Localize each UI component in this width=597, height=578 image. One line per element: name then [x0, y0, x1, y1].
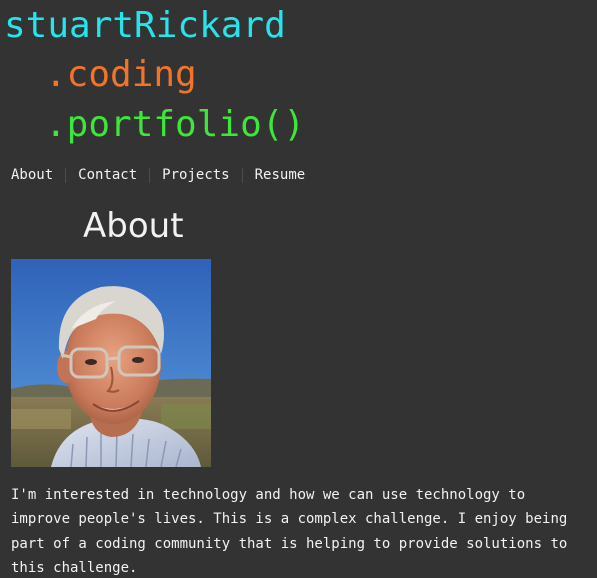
site-title-coding: .coding: [45, 54, 197, 95]
site-title-name: stuartRickard: [4, 5, 286, 46]
section-title-about: About: [83, 206, 184, 246]
bio-line: this challenge.: [11, 559, 138, 576]
bio-line: improve people's lives. This is a comple…: [11, 511, 568, 528]
profile-photo: [11, 259, 211, 467]
main-nav: About Contact Projects Resume: [11, 164, 305, 186]
nav-link-about[interactable]: About: [11, 167, 53, 183]
nav-link-resume[interactable]: Resume: [255, 167, 306, 183]
page: stuartRickard .coding .portfolio() About…: [0, 0, 597, 578]
bio-line: part of a coding community that is helpi…: [11, 535, 568, 552]
nav-link-projects[interactable]: Projects: [162, 167, 229, 183]
site-title-portfolio: .portfolio(): [45, 104, 306, 145]
nav-link-contact[interactable]: Contact: [78, 167, 137, 183]
nav-divider: [65, 167, 67, 183]
nav-divider: [241, 167, 243, 183]
nav-divider: [149, 167, 151, 183]
about-bio: I'm interested in technology and how we …: [11, 483, 597, 578]
bio-line: I'm interested in technology and how we …: [11, 487, 526, 503]
